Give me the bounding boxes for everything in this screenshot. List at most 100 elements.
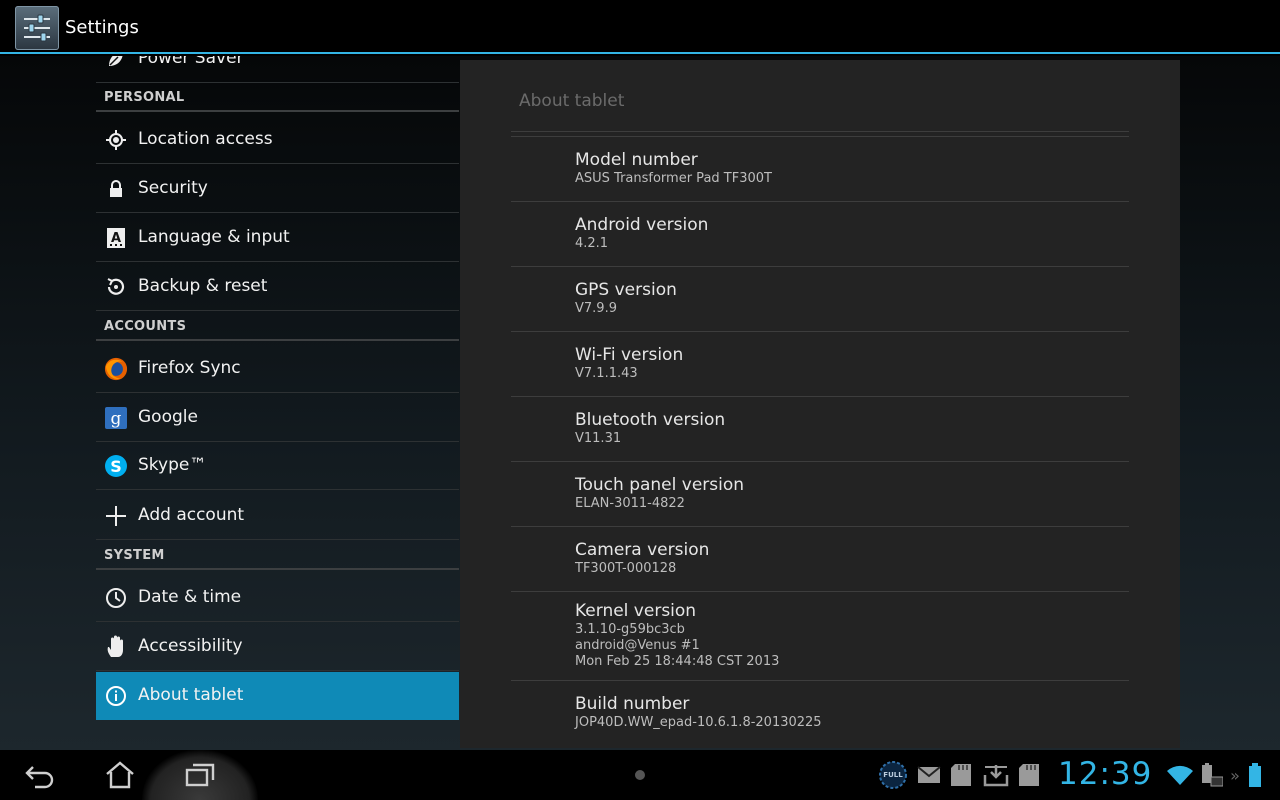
info-item-value: TF300T-000128 — [575, 561, 677, 576]
sidebar-item-add-account[interactable]: Add account — [96, 492, 459, 540]
sd-card-notification[interactable] — [949, 762, 973, 788]
recent-apps-button[interactable] — [175, 756, 225, 794]
sidebar-item-label: Firefox Sync — [138, 358, 241, 378]
download-tray-icon — [983, 765, 1009, 787]
sidebar-item-label: Security — [138, 178, 208, 198]
settings-sidebar[interactable]: Power Saver PERSONAL Location access Securi… — [96, 56, 459, 750]
list-divider — [511, 131, 1129, 132]
dock-battery-icon — [1202, 763, 1223, 787]
info-item-value: V7.1.1.43 — [575, 366, 638, 381]
info-item-title: Camera version — [575, 540, 710, 560]
sidebar-item-label: Accessibility — [138, 636, 243, 656]
wifi-icon — [1167, 765, 1193, 785]
gmail-notification[interactable] — [916, 762, 942, 788]
status-clock[interactable]: 12:39 — [1058, 756, 1152, 792]
download-notification[interactable] — [982, 762, 1010, 788]
section-header-label: SYSTEM — [104, 548, 165, 563]
list-divider — [511, 526, 1129, 527]
list-divider — [511, 136, 1129, 137]
lock-icon — [104, 177, 128, 201]
battery-full-badge[interactable]: FULL — [877, 761, 909, 789]
info-item-title: Android version — [575, 215, 709, 235]
sidebar-item-backup-reset[interactable]: Backup & reset — [96, 263, 459, 311]
google-icon: g — [104, 406, 128, 430]
clock-icon — [104, 586, 128, 610]
detail-title: About tablet — [519, 91, 625, 111]
info-item-touch-panel-version[interactable]: Touch panel version ELAN-3011-4822 — [575, 474, 744, 512]
sidebar-item-label: Power Saver — [138, 56, 244, 68]
sidebar-item-accessibility[interactable]: Accessibility — [96, 623, 459, 671]
location-icon — [104, 128, 128, 152]
sidebar-item-firefox-sync[interactable]: Firefox Sync — [96, 345, 459, 393]
list-divider — [511, 331, 1129, 332]
battery-icon — [1249, 763, 1261, 787]
action-bar: Settings — [0, 0, 1280, 54]
sidebar-item-label: Skype™ — [138, 455, 207, 475]
sidebar-item-label: Location access — [138, 129, 273, 149]
list-divider — [511, 266, 1129, 267]
sd-card-icon — [1019, 764, 1039, 786]
back-button[interactable] — [15, 756, 65, 794]
list-divider — [511, 591, 1129, 592]
list-divider — [511, 680, 1129, 681]
info-item-title: Build number — [575, 694, 690, 714]
info-item-value: JOP40D.WW_epad-10.6.1.8-20130225 — [575, 715, 822, 730]
sidebar-item-label: Add account — [138, 505, 245, 525]
info-item-title: GPS version — [575, 280, 677, 300]
sidebar-item-security[interactable]: Security — [96, 165, 459, 213]
sidebar-item-label: Date & time — [138, 587, 242, 607]
info-item-title: Bluetooth version — [575, 410, 726, 430]
section-header-personal: PERSONAL — [96, 86, 459, 112]
battery-status — [1245, 762, 1265, 788]
info-item-value: V11.31 — [575, 431, 622, 446]
svg-text:S: S — [110, 457, 122, 476]
keyboard-icon: A — [104, 226, 128, 250]
settings-app-icon[interactable] — [15, 6, 59, 50]
sidebar-item-label: About tablet — [138, 685, 244, 705]
more-status-indicator: » — [1230, 765, 1240, 785]
back-icon — [25, 766, 54, 789]
sd-card-notification-2[interactable] — [1017, 762, 1041, 788]
info-item-title: Model number — [575, 150, 698, 170]
info-item-build-number[interactable]: Build number JOP40D.WW_epad-10.6.1.8-2013… — [575, 693, 822, 731]
sidebar-item-label: Language & input — [138, 227, 290, 247]
recent-apps-icon — [185, 763, 215, 787]
info-item-camera-version[interactable]: Camera version TF300T-000128 — [575, 539, 709, 577]
system-navigation-bar: FULL 12:39 » — [0, 750, 1280, 800]
firefox-icon — [104, 357, 128, 381]
sidebar-item-google[interactable]: g Google — [96, 394, 459, 442]
info-item-value: 4.2.1 — [575, 236, 609, 251]
info-item-value: 3.1.10-g59bc3cb — [575, 622, 685, 637]
plus-icon — [104, 504, 128, 528]
full-badge-label: FULL — [883, 771, 903, 779]
sidebar-item-location-access[interactable]: Location access — [96, 116, 459, 164]
info-item-value: ASUS Transformer Pad TF300T — [575, 171, 772, 186]
mail-icon — [917, 766, 941, 783]
info-item-title: Wi-Fi version — [575, 345, 684, 365]
sidebar-item-about-tablet[interactable]: About tablet — [96, 672, 459, 720]
home-button[interactable] — [95, 756, 145, 794]
sidebar-item-power-saver[interactable]: Power Saver — [96, 56, 459, 83]
sidebar-item-label: Backup & reset — [138, 276, 268, 296]
sidebar-item-label: Google — [138, 407, 198, 427]
hand-icon — [104, 635, 128, 659]
home-icon — [106, 761, 134, 789]
sd-card-icon — [951, 764, 971, 786]
info-item-android-version[interactable]: Android version 4.2.1 — [575, 214, 708, 252]
info-item-gps-version[interactable]: GPS version V7.9.9 — [575, 279, 677, 317]
about-tablet-panel: About tablet Model number ASUS Transforme… — [460, 60, 1180, 748]
sidebar-item-language-input[interactable]: A Language & input — [96, 214, 459, 262]
keyboard-battery-status — [1198, 762, 1224, 788]
info-item-wi-fi-version[interactable]: Wi-Fi version V7.1.1.43 — [575, 344, 683, 382]
info-item-title: Kernel version — [575, 601, 697, 621]
sidebar-item-date-time[interactable]: Date & time — [96, 574, 459, 622]
info-item-bluetooth-version[interactable]: Bluetooth version V11.31 — [575, 409, 725, 447]
info-icon — [104, 684, 128, 708]
sidebar-item-skype[interactable]: S Skype™ — [96, 442, 459, 490]
wifi-status — [1166, 762, 1194, 788]
info-item-kernel-version[interactable]: Kernel version 3.1.10-g59bc3cb android@Ven… — [575, 600, 779, 670]
info-item-value: ELAN-3011-4822 — [575, 496, 685, 511]
app-title: Settings — [65, 17, 139, 38]
skype-icon: S — [104, 454, 128, 478]
info-item-model-number[interactable]: Model number ASUS Transformer Pad TF300T — [575, 149, 772, 187]
